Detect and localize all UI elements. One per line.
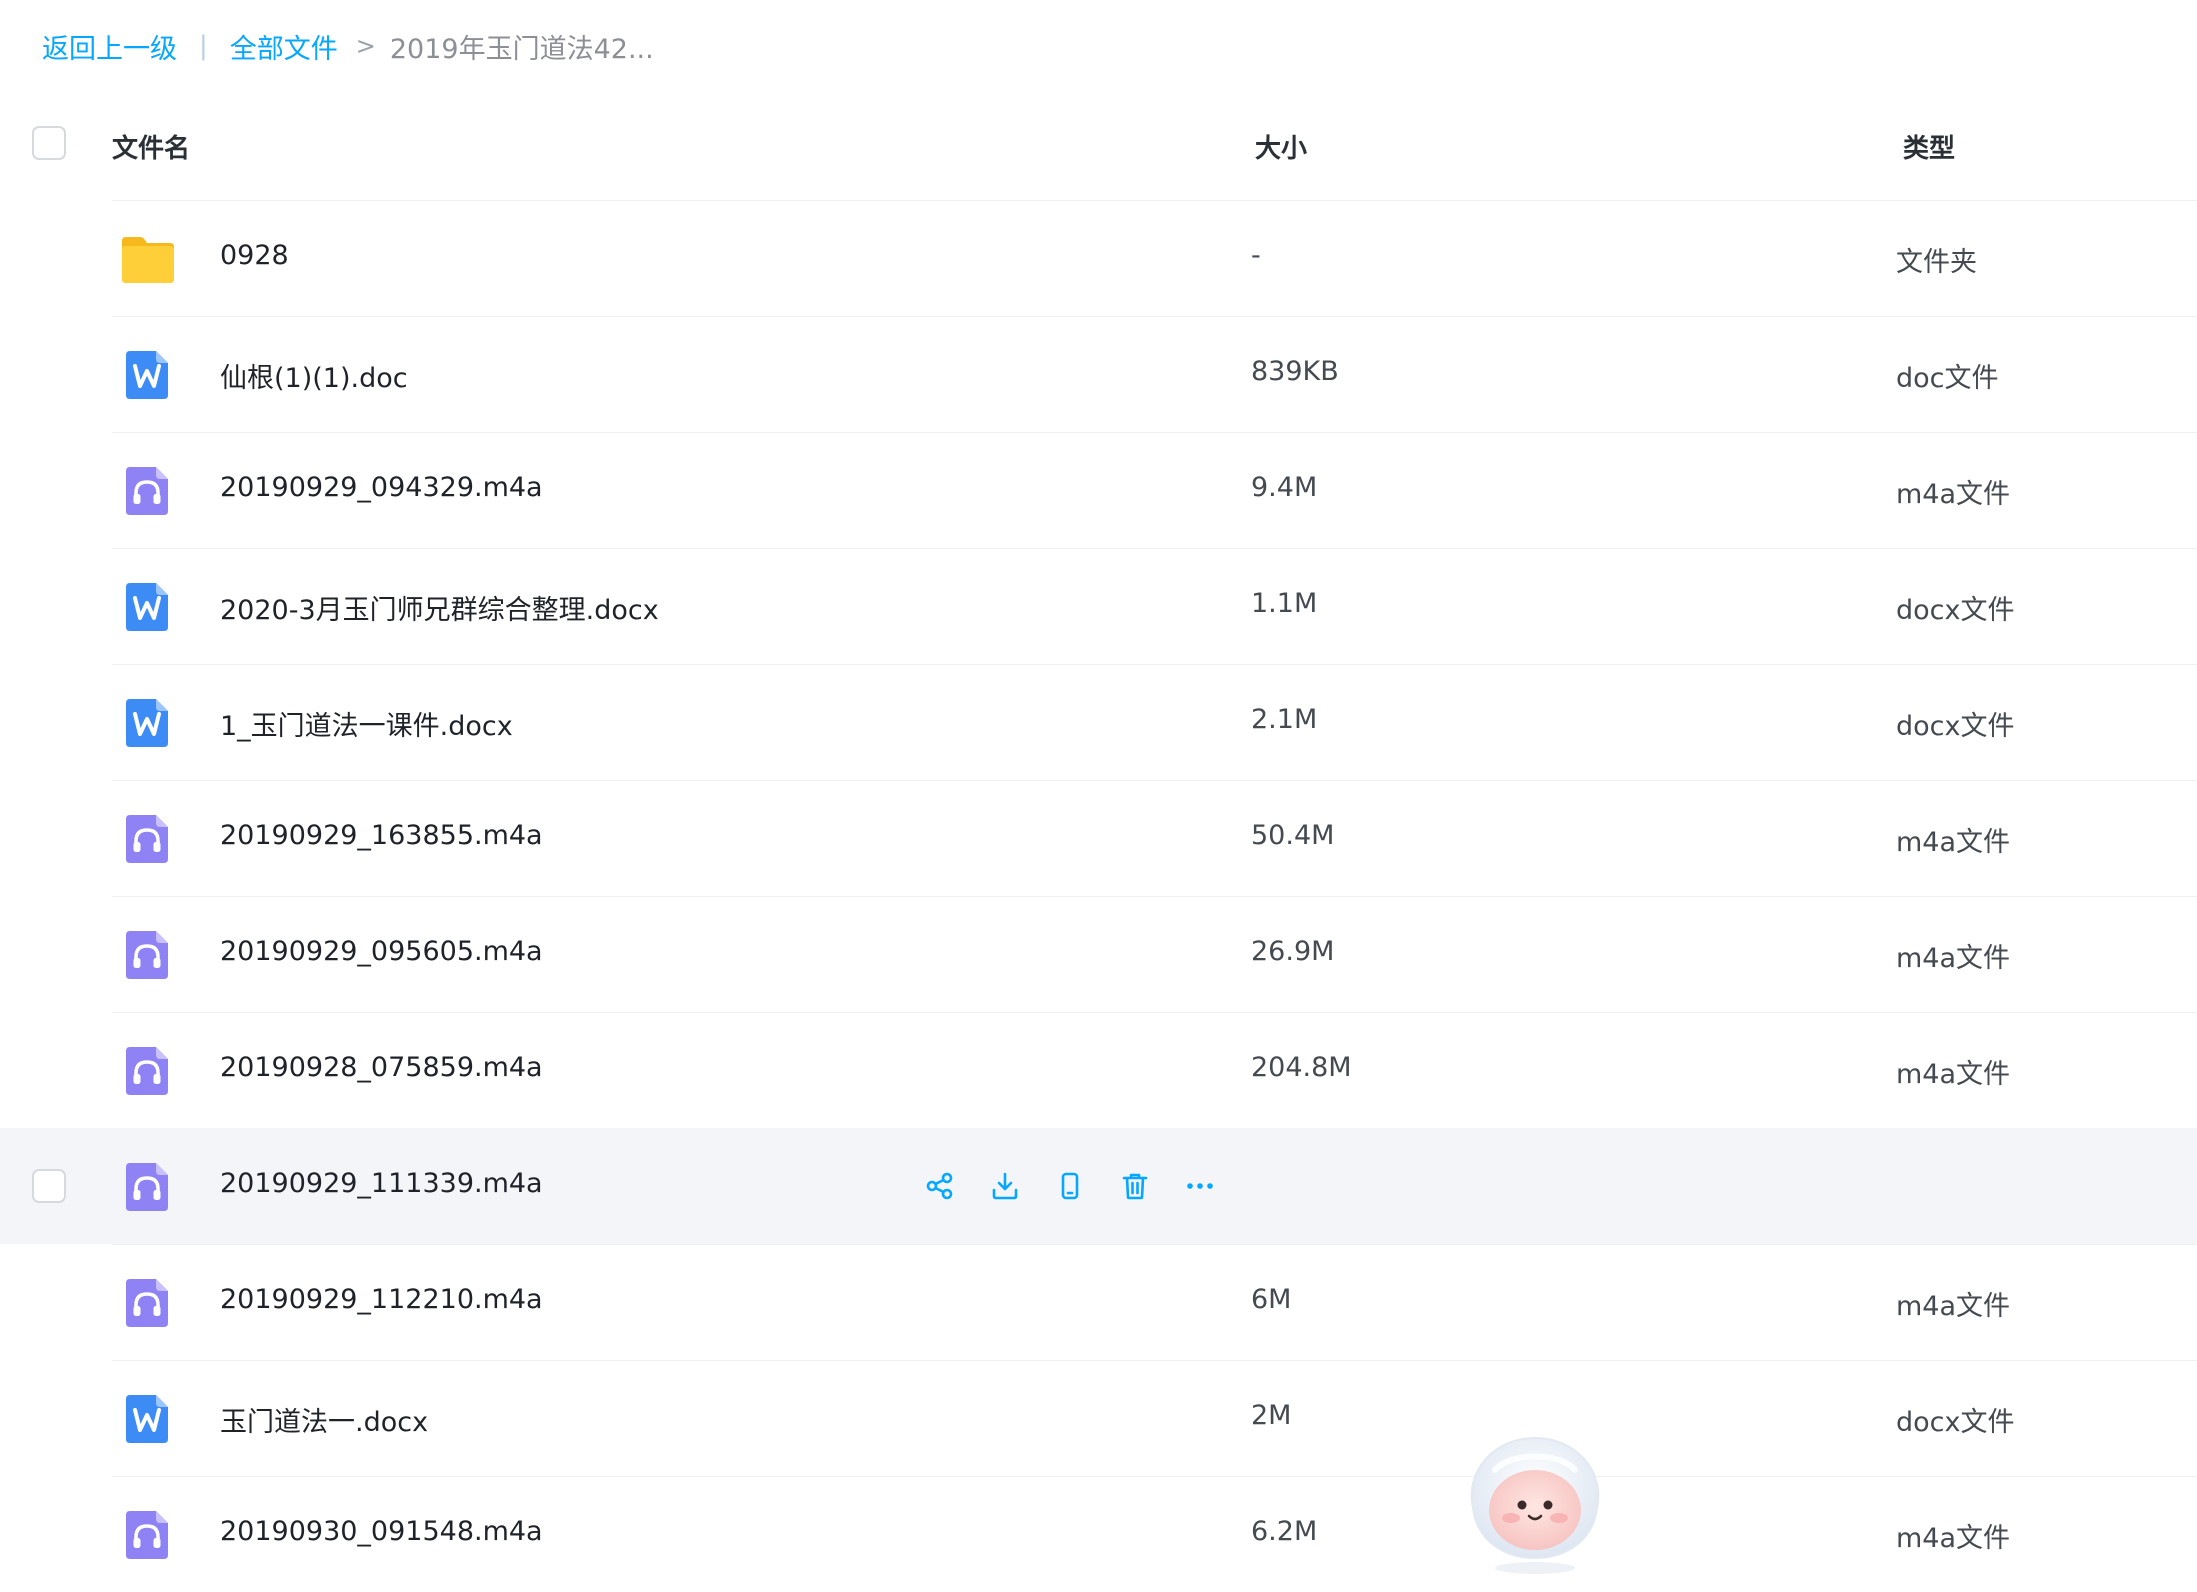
file-row[interactable]: 20190929_112210.m4a 6M m4a文件 [0, 1244, 2197, 1360]
share-icon[interactable] [920, 1166, 960, 1206]
audio-file-icon [120, 813, 176, 865]
select-all-checkbox[interactable] [32, 126, 66, 160]
more-icon[interactable] [1180, 1166, 1220, 1206]
word-doc-icon [120, 349, 176, 401]
file-row[interactable]: 20190929_111339.m4a [0, 1128, 2197, 1244]
file-size: - [1251, 240, 1261, 271]
file-size: 9.4M [1251, 472, 1318, 503]
file-row[interactable]: 玉门道法一.docx 2M docx文件 [0, 1360, 2197, 1476]
file-row[interactable]: 20190930_091548.m4a 6.2M m4a文件 [0, 1476, 2197, 1592]
breadcrumb-separator: | [199, 31, 208, 61]
back-link[interactable]: 返回上一级 [42, 27, 177, 66]
file-size: 6.2M [1251, 1516, 1318, 1547]
file-list: 0928 - 文件夹 仙根(1)(1).doc 839KB doc文件 20190929… [0, 200, 2197, 1592]
column-header-type[interactable]: 类型 [1903, 128, 1955, 165]
breadcrumb-arrow: > [355, 32, 376, 60]
file-type: m4a文件 [1896, 1059, 2011, 1090]
file-size: 2.1M [1251, 704, 1318, 735]
file-name[interactable]: 20190930_091548.m4a [220, 1516, 543, 1547]
current-folder-name: 2019年玉门道法42... [389, 33, 654, 65]
column-header-name[interactable]: 文件名 [112, 128, 190, 165]
file-size: 50.4M [1251, 820, 1335, 851]
word-doc-icon [120, 581, 176, 633]
file-type: m4a文件 [1896, 1523, 2011, 1554]
file-size: 204.8M [1251, 1052, 1352, 1083]
download-icon[interactable] [985, 1166, 1025, 1206]
file-type: m4a文件 [1896, 827, 2011, 858]
file-size: 2M [1251, 1400, 1292, 1431]
file-size: 1.1M [1251, 588, 1318, 619]
folder-icon [120, 233, 176, 285]
audio-file-icon [120, 465, 176, 517]
file-size: 839KB [1251, 356, 1339, 387]
file-name[interactable]: 20190929_163855.m4a [220, 820, 543, 851]
file-type: docx文件 [1896, 1407, 2015, 1438]
file-name[interactable]: 20190929_112210.m4a [220, 1284, 543, 1315]
audio-file-icon [120, 929, 176, 981]
audio-file-icon [120, 1045, 176, 1097]
file-name[interactable]: 20190929_111339.m4a [220, 1168, 543, 1199]
file-row[interactable]: 20190929_095605.m4a 26.9M m4a文件 [0, 896, 2197, 1012]
trash-icon[interactable] [1115, 1166, 1155, 1206]
audio-file-icon [120, 1509, 176, 1561]
file-name[interactable]: 2020-3月玉门师兄群综合整理.docx [220, 588, 659, 627]
row-checkbox[interactable] [32, 1169, 66, 1203]
file-type: m4a文件 [1896, 1291, 2011, 1322]
file-row[interactable]: 1_玉门道法一课件.docx 2.1M docx文件 [0, 664, 2197, 780]
table-header: 文件名 大小 类型 [0, 90, 2197, 200]
file-size: 26.9M [1251, 936, 1335, 967]
file-list-page: 返回上一级 | 全部文件 > 2019年玉门道法42... 文件名 大小 类型 … [0, 0, 2197, 1574]
file-row[interactable]: 仙根(1)(1).doc 839KB doc文件 [0, 316, 2197, 432]
audio-file-icon [120, 1277, 176, 1329]
file-name[interactable]: 仙根(1)(1).doc [220, 356, 408, 395]
file-row[interactable]: 20190929_094329.m4a 9.4M m4a文件 [0, 432, 2197, 548]
file-type: 文件夹 [1896, 247, 1977, 278]
assistant-mascot-icon[interactable] [1455, 1430, 1615, 1574]
file-type: docx文件 [1896, 595, 2015, 626]
file-type: m4a文件 [1896, 943, 2011, 974]
file-type: m4a文件 [1896, 479, 2011, 510]
file-name[interactable]: 0928 [220, 240, 289, 271]
file-size: 6M [1251, 1284, 1292, 1315]
word-doc-icon [120, 697, 176, 749]
file-row[interactable]: 20190928_075859.m4a 204.8M m4a文件 [0, 1012, 2197, 1128]
file-row[interactable]: 0928 - 文件夹 [0, 200, 2197, 316]
file-name[interactable]: 1_玉门道法一课件.docx [220, 704, 513, 743]
word-doc-icon [120, 1393, 176, 1445]
file-row[interactable]: 20190929_163855.m4a 50.4M m4a文件 [0, 780, 2197, 896]
file-name[interactable]: 玉门道法一.docx [220, 1400, 428, 1439]
file-row[interactable]: 2020-3月玉门师兄群综合整理.docx 1.1M docx文件 [0, 548, 2197, 664]
row-actions [920, 1166, 1245, 1206]
audio-file-icon [120, 1161, 176, 1213]
breadcrumb: 返回上一级 | 全部文件 > 2019年玉门道法42... [42, 22, 654, 70]
phone-icon[interactable] [1050, 1166, 1090, 1206]
file-type: doc文件 [1896, 363, 1999, 394]
all-files-link[interactable]: 全部文件 [230, 27, 338, 66]
file-type: docx文件 [1896, 711, 2015, 742]
file-name[interactable]: 20190928_075859.m4a [220, 1052, 543, 1083]
file-name[interactable]: 20190929_094329.m4a [220, 472, 543, 503]
column-header-size[interactable]: 大小 [1255, 128, 1307, 165]
file-name[interactable]: 20190929_095605.m4a [220, 936, 543, 967]
